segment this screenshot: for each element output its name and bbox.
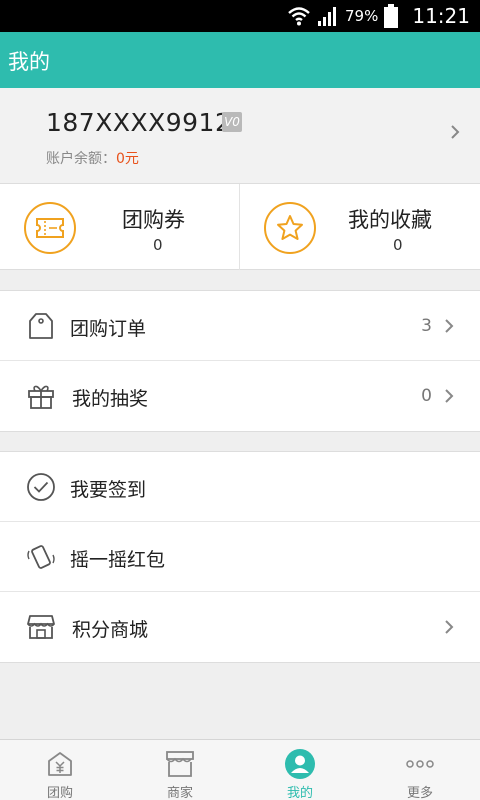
- menu-item-check-in[interactable]: 我要签到: [0, 452, 480, 522]
- menu-count-my-lottery: 0: [421, 386, 432, 406]
- check-circle-icon: [26, 472, 56, 502]
- account-phone: 187XXXX9912: [46, 108, 232, 137]
- menu-count-group-orders: 3: [421, 316, 432, 336]
- signal-icon: [318, 7, 337, 26]
- menu-item-my-lottery[interactable]: 我的抽奖 0: [0, 361, 480, 431]
- tab-label-group-buy: 团购: [46, 786, 73, 800]
- wifi-icon: [288, 7, 310, 26]
- balance-value: 0元: [116, 151, 139, 167]
- favorites-link[interactable]: 我的收藏 0: [240, 184, 480, 270]
- tab-merchants[interactable]: 商家: [120, 740, 240, 800]
- menu-group-orders: 团购订单 3 我的抽奖 0: [0, 290, 480, 432]
- bottom-tab-bar: 团购 商家 我的 更多: [0, 739, 480, 800]
- group-coupons-link[interactable]: 团购券 0: [0, 184, 240, 270]
- menu-item-group-orders[interactable]: 团购订单 3: [0, 291, 480, 361]
- user-icon: [284, 748, 316, 780]
- page-title: 我的: [8, 50, 50, 74]
- balance-label: 账户余额：: [46, 151, 116, 167]
- tab-label-more: 更多: [406, 786, 433, 800]
- clock: 11:21: [412, 4, 470, 28]
- menu-label-shake-redpacket: 摇一摇红包: [70, 549, 166, 571]
- star-icon: [264, 202, 316, 254]
- menu-item-shake-redpacket[interactable]: 摇一摇红包: [0, 522, 480, 592]
- battery-icon: [384, 4, 399, 28]
- account-card[interactable]: 187XXXX9912 V0 账户余额：0元: [0, 88, 480, 184]
- shop-icon: [26, 612, 56, 642]
- more-icon: [404, 748, 436, 780]
- tab-label-mine: 我的: [286, 786, 313, 800]
- group-coupons-label: 团购券: [122, 208, 185, 232]
- group-coupons-count: 0: [153, 236, 163, 254]
- ticket-icon: [24, 202, 76, 254]
- menu-label-points-mall: 积分商城: [72, 619, 149, 641]
- tag-icon: [26, 311, 56, 341]
- shake-phone-icon: [26, 542, 56, 572]
- menu-label-check-in: 我要签到: [70, 479, 147, 501]
- status-bar: 79% 11:21: [0, 0, 480, 32]
- menu-label-my-lottery: 我的抽奖: [72, 388, 149, 410]
- tab-mine[interactable]: 我的: [240, 740, 360, 800]
- tab-label-merchants: 商家: [166, 786, 193, 800]
- tab-group-buy[interactable]: 团购: [0, 740, 120, 800]
- yuan-house-icon: [44, 748, 76, 780]
- chevron-right-icon: [445, 389, 454, 403]
- vip-level-badge: V0: [222, 112, 242, 132]
- tab-more[interactable]: 更多: [360, 740, 480, 800]
- favorites-label: 我的收藏: [348, 208, 432, 232]
- store-icon: [164, 748, 196, 780]
- app-bar: 我的: [0, 32, 480, 88]
- menu-item-points-mall[interactable]: 积分商城: [0, 592, 480, 662]
- chevron-right-icon: [445, 319, 454, 333]
- favorites-count: 0: [393, 236, 403, 254]
- menu-group-rewards: 我要签到 摇一摇红包 积分商城: [0, 451, 480, 663]
- account-balance: 账户余额：0元: [46, 148, 139, 168]
- chevron-right-icon: [445, 620, 454, 634]
- menu-label-group-orders: 团购订单: [70, 318, 147, 340]
- quick-links: 团购券 0 我的收藏 0: [0, 184, 480, 270]
- gift-icon: [26, 381, 56, 411]
- battery-percent: 79%: [345, 7, 379, 25]
- chevron-right-icon: [451, 125, 460, 139]
